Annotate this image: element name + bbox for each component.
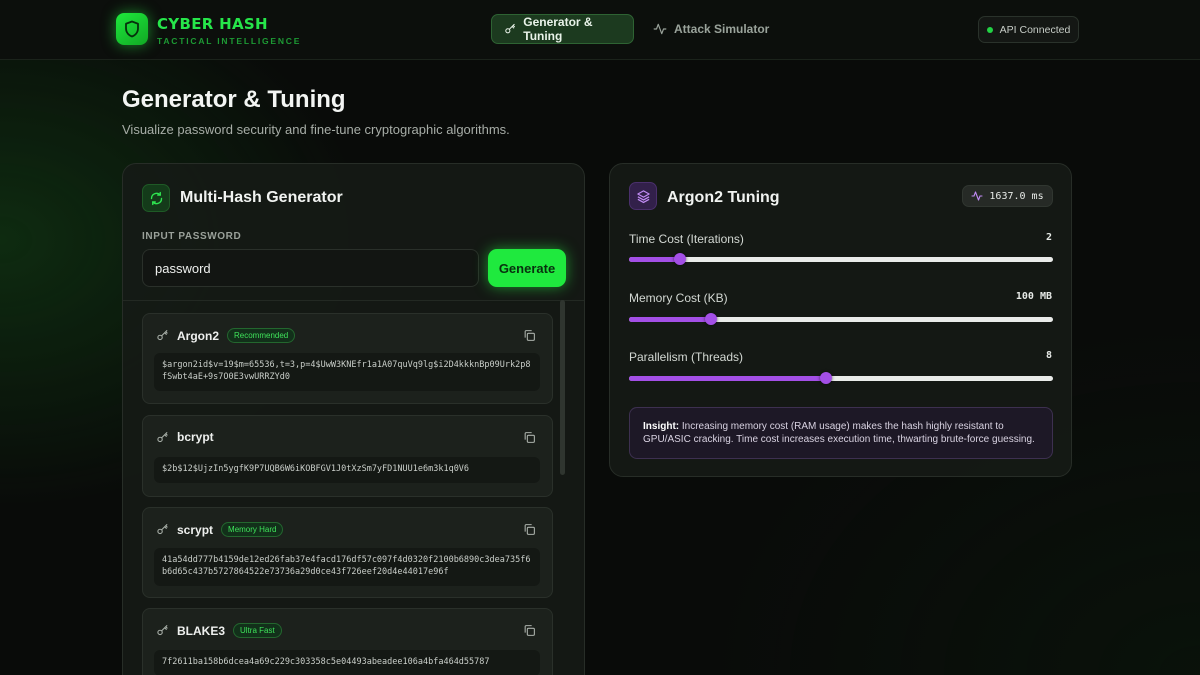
parallelism-slider[interactable] <box>629 372 1053 384</box>
page-subtitle: Visualize password security and fine-tun… <box>122 122 510 137</box>
input-password-label: INPUT PASSWORD <box>142 231 242 242</box>
layers-icon <box>636 189 650 203</box>
tab-generator-tuning[interactable]: Generator & Tuning <box>491 14 634 44</box>
parallelism-label: Parallelism (Threads) <box>629 350 744 364</box>
key-icon <box>157 524 168 535</box>
time-cost-value: 2 <box>1045 232 1052 243</box>
copy-icon[interactable] <box>523 329 536 342</box>
memory-cost-label: Memory Cost (KB) <box>629 291 728 305</box>
slider-thumb[interactable] <box>820 372 833 384</box>
hash-value: $argon2id$v=19$m=65536,t=3,p=4$UwW3KNEfr… <box>154 353 540 391</box>
hash-name: scrypt <box>177 522 214 537</box>
generator-title: Multi-Hash Generator <box>180 189 343 206</box>
key-icon <box>157 431 168 442</box>
hash-name: BLAKE3 <box>177 623 226 638</box>
shield-icon <box>125 20 139 38</box>
argon2-tuning-card: Argon2 Tuning 1637.0 ms Time Cost (Itera… <box>609 163 1072 477</box>
top-bar: CYBER HASH TACTICAL INTELLIGENCE Generat… <box>0 0 1200 60</box>
insight-lead: Insight: <box>643 421 680 432</box>
slider-fill <box>629 317 711 322</box>
slider-fill <box>629 257 680 262</box>
password-input[interactable] <box>142 249 479 287</box>
key-icon <box>505 23 515 34</box>
insight-box: Insight: Increasing memory cost (RAM usa… <box>629 407 1053 459</box>
hash-value: 41a54dd777b4159de12ed26fab37e4facd176df5… <box>154 548 540 586</box>
activity-icon <box>653 23 667 35</box>
recommended-badge: Recommended <box>227 328 296 343</box>
hash-list-scrollbar[interactable] <box>560 300 565 475</box>
memory-hard-badge: Memory Hard <box>221 522 284 537</box>
status-dot-icon <box>986 26 993 33</box>
generator-card-icon <box>142 184 170 212</box>
brand-subtitle: TACTICAL INTELLIGENCE <box>157 36 302 46</box>
multi-hash-generator-card: Multi-Hash Generator INPUT PASSWORD Gene… <box>122 163 585 675</box>
hash-item-bcrypt: bcrypt $2b$12$UjzIn5ygfK9P7UQB6W6iKOBFGV… <box>142 415 553 497</box>
tuning-card-icon <box>629 182 657 210</box>
hash-name: Argon2 <box>177 328 219 343</box>
tab-generator-tuning-label: Generator & Tuning <box>523 15 593 43</box>
slider-thumb[interactable] <box>673 253 686 265</box>
tab-attack-simulator-label: Attack Simulator <box>674 22 770 36</box>
hash-item-scrypt: scrypt Memory Hard 41a54dd777b4159de12ed… <box>142 507 553 598</box>
time-cost-slider[interactable] <box>629 253 1053 265</box>
insight-text: Increasing memory cost (RAM usage) makes… <box>643 421 1035 445</box>
copy-icon[interactable] <box>523 523 536 536</box>
api-status-label: API Connected <box>999 23 1071 36</box>
brand-title: CYBER HASH <box>157 15 268 33</box>
logo[interactable] <box>116 13 148 45</box>
tab-attack-simulator[interactable]: Attack Simulator <box>641 14 781 44</box>
parallelism-value: 8 <box>1045 350 1052 361</box>
memory-cost-slider[interactable] <box>629 313 1053 325</box>
refresh-icon <box>150 191 162 205</box>
key-icon <box>157 625 168 636</box>
tuning-title: Argon2 Tuning <box>667 189 780 206</box>
key-icon <box>157 330 168 341</box>
generate-button[interactable]: Generate <box>488 249 566 287</box>
api-status-badge: API Connected <box>978 16 1079 43</box>
time-cost-label: Time Cost (Iterations) <box>629 232 744 246</box>
copy-icon[interactable] <box>523 431 536 444</box>
hash-item-blake3: BLAKE3 Ultra Fast 7f2611ba158b6dcea4a69c… <box>142 608 553 675</box>
hash-item-argon2: Argon2 Recommended $argon2id$v=19$m=6553… <box>142 313 553 404</box>
slider-thumb[interactable] <box>704 313 717 325</box>
ultra-fast-badge: Ultra Fast <box>233 623 282 638</box>
memory-cost-value: 100 MB <box>1015 291 1052 302</box>
divider <box>123 300 584 301</box>
execution-time: 1637.0 ms <box>989 190 1044 202</box>
execution-time-badge: 1637.0 ms <box>962 185 1053 207</box>
activity-icon <box>971 191 983 201</box>
hash-value: 7f2611ba158b6dcea4a69c229c303358c5e04493… <box>154 650 540 675</box>
page-title: Generator & Tuning <box>122 86 346 113</box>
copy-icon[interactable] <box>523 624 536 637</box>
slider-fill <box>629 376 827 381</box>
hash-name: bcrypt <box>177 430 214 444</box>
hash-value: $2b$12$UjzIn5ygfK9P7UQB6W6iKOBFGV1J0tXzS… <box>154 457 540 483</box>
